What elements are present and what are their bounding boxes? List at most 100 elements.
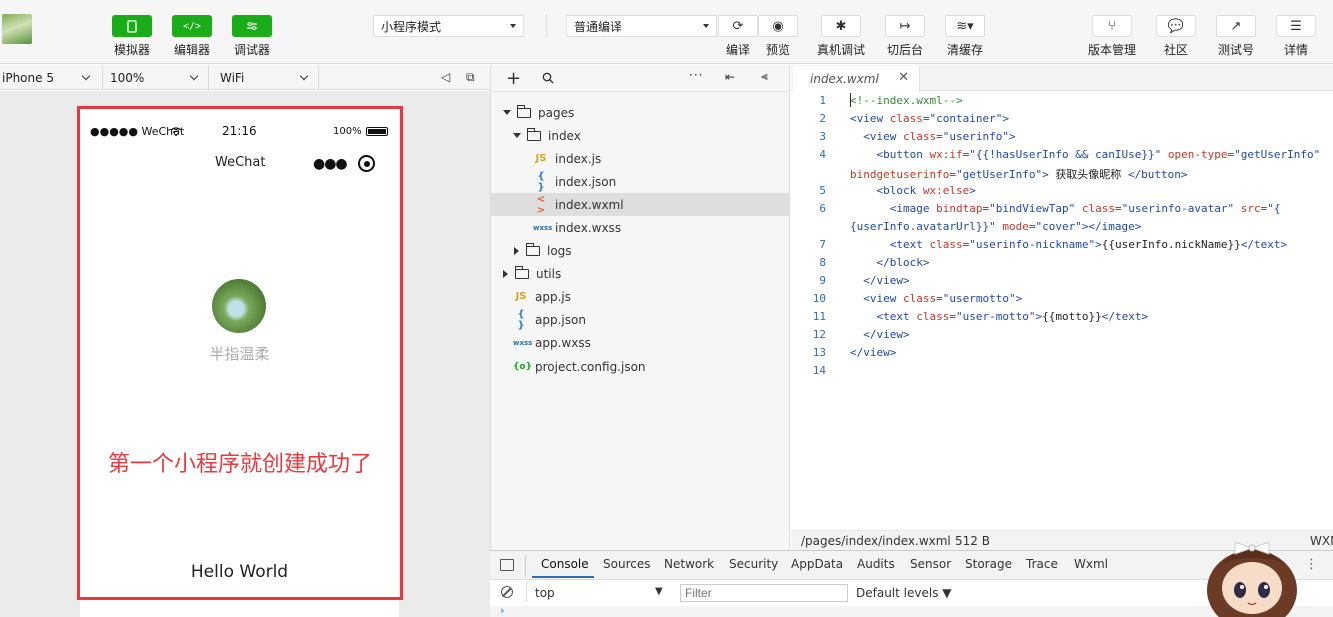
device-value: iPhone 5 <box>2 70 54 85</box>
line-number: 6 <box>819 202 826 215</box>
eye-icon: ◉ <box>772 18 784 34</box>
version-button[interactable]: ⑂ <box>1092 15 1132 37</box>
line-number: 11 <box>812 310 826 323</box>
line-number: 12 <box>812 328 826 341</box>
code-line-5: <block wx:else> <box>876 184 976 197</box>
tree-folder-index[interactable]: index <box>490 124 789 147</box>
devtools-menu-icon[interactable]: ⋮ <box>1305 557 1318 572</box>
test-account-button[interactable]: ↗ <box>1216 15 1256 37</box>
code-line-4-wrap: bindgetuserinfo="getUserInfo"> 获取头像昵称 </… <box>850 168 1188 181</box>
clear-cache-button[interactable]: ≋▾ <box>945 15 985 37</box>
console-filter-input[interactable] <box>680 584 848 602</box>
code-line-6-wrap: {userInfo.avatarUrl}}" mode="cover"></im… <box>850 220 1142 233</box>
code-line-1: <!--index.wxml--> <box>850 94 963 107</box>
line-number: 9 <box>819 274 826 287</box>
add-file-icon[interactable]: + <box>506 68 521 89</box>
folder-open-icon <box>527 127 541 141</box>
devtools-tab-sensor[interactable]: Sensor <box>910 557 951 571</box>
tree-item-label: index.js <box>555 151 602 166</box>
background-button[interactable]: ↦ <box>885 15 925 37</box>
caret-down-icon <box>510 24 516 28</box>
line-number: 4 <box>819 148 826 161</box>
search-icon[interactable] <box>542 72 554 84</box>
collapse-panel-icon[interactable]: ⫷ <box>761 69 768 84</box>
code-line-3: <view class="userinfo"> <box>863 130 1016 143</box>
real-debug-button[interactable]: ✱ <box>821 15 861 37</box>
close-tab-icon[interactable]: ✕ <box>898 70 909 85</box>
tree-item-label: index.wxml <box>555 197 624 212</box>
tree-file-index-json[interactable]: { } index.json <box>490 170 789 193</box>
status-language[interactable]: WXML <box>1310 534 1333 548</box>
tree-file-index-js[interactable]: JS index.js <box>490 147 789 170</box>
details-button[interactable]: ☰ <box>1276 15 1316 37</box>
line-number: 8 <box>819 256 826 269</box>
log-levels-select[interactable]: Default levels ▼ <box>856 586 952 600</box>
details-label: 详情 <box>1283 43 1308 57</box>
code-icon: </> <box>182 20 202 32</box>
chevron-down-icon <box>81 71 91 81</box>
folder-open-icon <box>517 104 531 118</box>
tree-file-index-wxss[interactable]: wxss index.wxss <box>490 216 789 239</box>
devtools-tab-wxml[interactable]: Wxml <box>1074 557 1108 571</box>
code-line-7: <text class="userinfo-nickname">{{userIn… <box>889 238 1288 251</box>
line-number: 1 <box>819 94 826 107</box>
chat-icon: 💬 <box>1167 18 1185 34</box>
js-file-icon: JS <box>515 291 527 302</box>
tree-item-label: project.config.json <box>535 359 646 374</box>
devtools-tab-sources[interactable]: Sources <box>603 557 650 571</box>
caret-down-icon[interactable]: ▼ <box>655 586 663 597</box>
line-number: 10 <box>812 292 826 305</box>
devtools-tab-audits[interactable]: Audits <box>857 557 895 571</box>
editor-tab-index-wxml[interactable]: index.wxml ✕ <box>793 66 920 92</box>
editor-toggle-button[interactable]: </> <box>172 15 212 37</box>
tree-item-label: logs <box>547 243 572 258</box>
real-debug-label: 真机调试 <box>816 43 865 57</box>
tree-file-project-config[interactable]: {o} project.config.json <box>490 355 789 378</box>
text-cursor <box>850 93 851 107</box>
more-icon[interactable]: ··· <box>689 68 703 82</box>
zoom-select[interactable]: 100% <box>103 65 209 90</box>
detach-window-icon[interactable]: ⧉ <box>466 70 475 85</box>
devtools-tab-console[interactable]: Console <box>541 557 589 571</box>
active-tab-indicator <box>532 576 594 578</box>
device-bar: iPhone 5 100% WiFi ◁ ⧉ <box>0 65 490 90</box>
devtools-tab-network[interactable]: Network <box>664 557 714 571</box>
compile-mode-value: 普通编译 <box>574 19 623 34</box>
devtools-tab-trace[interactable]: Trace <box>1026 557 1058 571</box>
sort-icon[interactable]: ⇤ <box>725 70 735 84</box>
toolbar-divider <box>526 582 527 602</box>
tree-file-app-json[interactable]: { } app.json <box>490 308 789 331</box>
device-select[interactable]: iPhone 5 <box>0 65 103 90</box>
sliders-icon <box>247 22 257 30</box>
community-button[interactable]: 💬 <box>1156 15 1196 37</box>
debugger-toggle-button[interactable] <box>232 15 272 37</box>
tree-file-app-js[interactable]: JS app.js <box>490 285 789 308</box>
code-line-4: <button wx:if="{{!hasUserInfo && canIUse… <box>876 148 1321 161</box>
status-file-size: 512 B <box>955 534 990 548</box>
devtools-tab-security[interactable]: Security <box>729 557 778 571</box>
inspect-element-icon[interactable] <box>500 559 514 571</box>
tree-file-app-wxss[interactable]: wxss app.wxss <box>490 331 789 354</box>
folder-icon <box>515 265 529 279</box>
clear-cache-label: 清缓存 <box>946 43 983 57</box>
mode-select[interactable]: 小程序模式 <box>373 15 524 37</box>
code-line-11: <text class="user-motto">{{motto}}</text… <box>876 310 1149 323</box>
mute-icon[interactable]: ◁ <box>441 70 450 84</box>
context-select-value[interactable]: top <box>535 586 555 600</box>
tree-folder-pages[interactable]: pages <box>490 101 789 124</box>
user-avatar[interactable] <box>2 14 32 44</box>
tree-folder-utils[interactable]: utils <box>490 262 789 285</box>
network-value: WiFi <box>220 70 245 85</box>
simulator-toggle-button[interactable] <box>112 15 152 37</box>
tree-folder-logs[interactable]: logs <box>490 239 789 262</box>
devtools-tab-appdata[interactable]: AppData <box>791 557 843 571</box>
preview-button[interactable]: ◉ <box>758 15 798 37</box>
tree-item-label: app.wxss <box>535 335 591 350</box>
console-prompt-icon[interactable]: › <box>500 604 504 617</box>
devtools-tab-storage[interactable]: Storage <box>965 557 1012 571</box>
clear-console-icon[interactable] <box>501 586 513 598</box>
compile-button[interactable]: ⟳ <box>718 15 758 37</box>
tree-file-index-wxml[interactable]: < > index.wxml <box>490 193 789 216</box>
compile-mode-select[interactable]: 普通编译 <box>566 15 717 37</box>
network-select[interactable]: WiFi <box>209 65 319 90</box>
